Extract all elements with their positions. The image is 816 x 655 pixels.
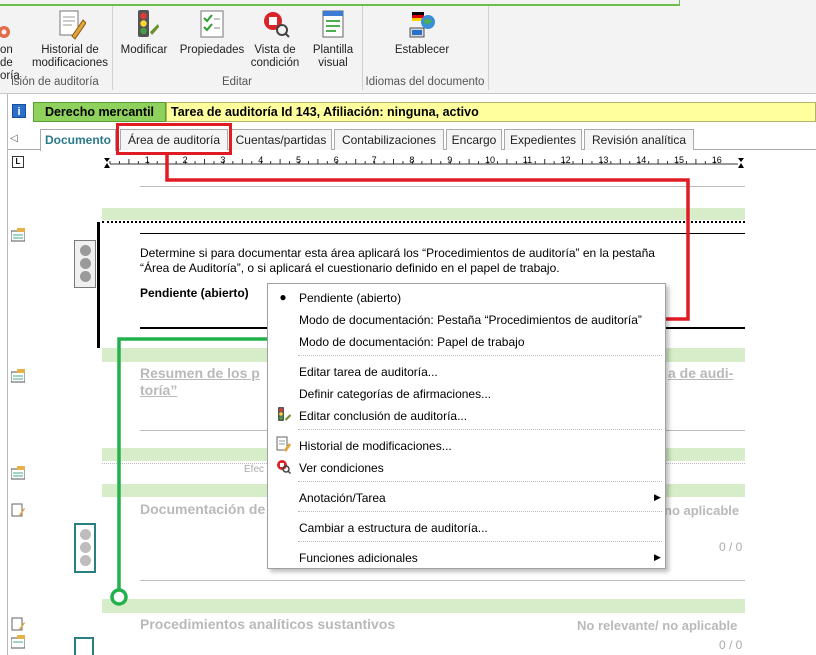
menu-item-editar-tarea[interactable]: Editar tarea de auditoría...	[299, 365, 438, 379]
menu-item-modo-pestana[interactable]: Modo de documentación: Pestaña “Procedim…	[299, 313, 642, 327]
menu-separator	[298, 511, 662, 512]
checked-bullet-icon: ●	[279, 290, 287, 304]
menu-separator	[298, 429, 662, 430]
menu-item-definir-categorias[interactable]: Definir categorías de afirmaciones...	[299, 387, 491, 401]
menu-item-pendiente[interactable]: Pendiente (abierto)	[299, 291, 401, 305]
submenu-arrow-icon: ▶	[654, 492, 661, 502]
menu-item-historial[interactable]: Historial de modificaciones...	[299, 439, 452, 453]
condition-view-icon	[275, 458, 292, 475]
menu-item-funciones-adicionales[interactable]: Funciones adicionales	[299, 551, 418, 565]
menu-separator	[298, 355, 662, 356]
menu-item-modo-papel[interactable]: Modo de documentación: Papel de trabajo	[299, 335, 525, 349]
history-edit-icon	[275, 436, 291, 452]
context-menu: ● Pendiente (abierto) Modo de documentac…	[267, 283, 666, 569]
green-annotation-line	[117, 337, 284, 590]
green-annotation-endpoint	[110, 588, 128, 606]
menu-separator	[298, 481, 662, 482]
menu-item-anotacion-tarea[interactable]: Anotación/Tarea	[299, 491, 386, 505]
traffic-light-icon	[275, 406, 291, 422]
menu-separator	[298, 541, 662, 542]
menu-item-cambiar-estructura[interactable]: Cambiar a estructura de auditoría...	[299, 521, 488, 535]
menu-item-ver-condiciones[interactable]: Ver condiciones	[299, 461, 384, 475]
submenu-arrow-icon: ▶	[654, 552, 661, 562]
menu-item-editar-conclusion[interactable]: Editar conclusión de auditoría...	[299, 409, 467, 423]
